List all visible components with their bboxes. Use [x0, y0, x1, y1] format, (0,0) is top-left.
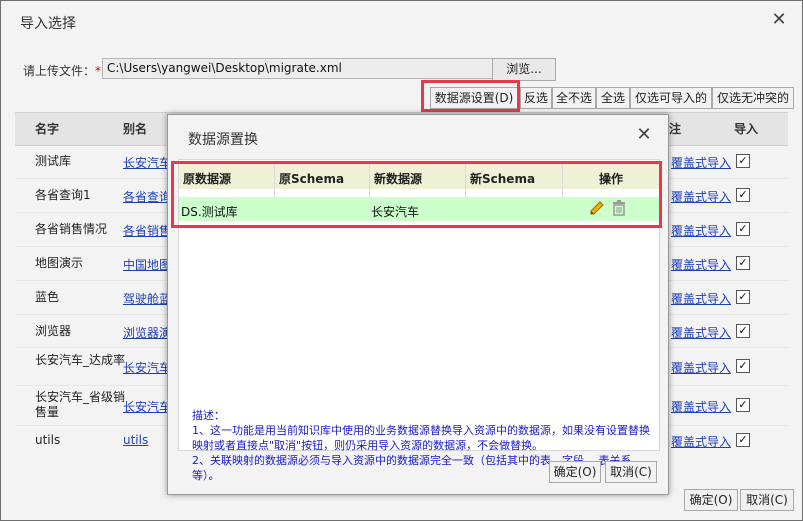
- modal-title: 数据源置换: [188, 132, 258, 148]
- description-title: 描述：: [192, 409, 225, 422]
- row-import-mode[interactable]: 覆盖式导入: [671, 222, 731, 239]
- datasource-replace-dialog: 数据源置换 ✕ 原数据源 原Schema 新数据源 新Schema 操作 DS.…: [167, 114, 669, 495]
- highlight-box-mapping-table: [171, 161, 662, 228]
- row-alias-link[interactable]: 浏览器演示: [123, 324, 169, 341]
- row-import-mode[interactable]: 覆盖式导入: [671, 398, 731, 415]
- import-checkbox[interactable]: ✓: [736, 324, 750, 338]
- row-import-mode[interactable]: 覆盖式导入: [671, 359, 731, 376]
- row-import-mode[interactable]: 覆盖式导入: [671, 188, 731, 205]
- row-alias-link[interactable]: 各省销售情况: [123, 222, 169, 239]
- cancel-button[interactable]: 取消(C): [740, 489, 794, 511]
- row-import-mode[interactable]: 覆盖式导入: [671, 433, 731, 450]
- select-none-button[interactable]: 全不选: [552, 87, 596, 109]
- row-name: 长安汽车_达成率: [35, 353, 126, 367]
- row-name: 测试库: [35, 154, 72, 168]
- import-checkbox[interactable]: ✓: [736, 398, 750, 412]
- ok-button[interactable]: 确定(O): [684, 489, 738, 511]
- row-import-mode[interactable]: 覆盖式导入: [671, 154, 731, 171]
- row-alias-link[interactable]: 长安汽车_达成率: [123, 359, 169, 376]
- row-name: 各省查询1: [35, 188, 91, 202]
- row-import-mode[interactable]: 覆盖式导入: [671, 256, 731, 273]
- column-alias: 别名: [123, 122, 148, 136]
- row-name: 浏览器: [35, 324, 72, 338]
- modal-cancel-button[interactable]: 取消(C): [605, 461, 657, 483]
- file-path-input[interactable]: C:\Users\yangwei\Desktop\migrate.xml: [102, 58, 500, 79]
- row-name: 长安汽车_省级销售量: [35, 390, 126, 419]
- import-checkbox[interactable]: ✓: [736, 154, 750, 168]
- row-name: 各省销售情况: [35, 222, 108, 236]
- row-alias-link[interactable]: 长安汽车: [123, 154, 169, 171]
- close-icon[interactable]: ✕: [634, 125, 654, 145]
- row-alias-link[interactable]: utils: [123, 433, 169, 447]
- import-checkbox[interactable]: ✓: [736, 222, 750, 236]
- row-name: 蓝色: [35, 290, 60, 304]
- select-all-button[interactable]: 全选: [596, 87, 630, 109]
- import-checkbox[interactable]: ✓: [736, 256, 750, 270]
- row-alias-link[interactable]: 长安汽车_省级: [123, 398, 169, 415]
- row-alias-link[interactable]: 驾驶舱蓝色: [123, 290, 169, 307]
- row-alias-link[interactable]: 中国地图: [123, 256, 169, 273]
- upload-label: 请上传文件：*: [23, 64, 102, 78]
- column-import: 导入: [734, 122, 759, 136]
- column-note: 注: [669, 122, 682, 136]
- browse-button[interactable]: 浏览...: [492, 58, 556, 81]
- row-name: 地图演示: [35, 256, 84, 270]
- dialog-title: 导入选择: [20, 16, 76, 32]
- row-import-mode[interactable]: 覆盖式导入: [671, 290, 731, 307]
- row-alias-link[interactable]: 各省查询1: [123, 188, 169, 205]
- close-icon[interactable]: ✕: [769, 10, 789, 30]
- only-importable-button[interactable]: 仅选可导入的: [630, 87, 712, 109]
- import-checkbox[interactable]: ✓: [736, 359, 750, 373]
- row-import-mode[interactable]: 覆盖式导入: [671, 324, 731, 341]
- invert-selection-button[interactable]: 反选: [520, 87, 552, 109]
- required-mark: *: [95, 64, 102, 78]
- row-name: utils: [35, 433, 61, 447]
- description-line-1: 1、这一功能是用当前知识库中使用的业务数据源替换导入资源中的数据源，如果没有设置…: [192, 424, 650, 452]
- only-no-conflict-button[interactable]: 仅选无冲突的: [712, 87, 794, 109]
- modal-ok-button[interactable]: 确定(O): [549, 461, 601, 483]
- import-checkbox[interactable]: ✓: [736, 188, 750, 202]
- highlight-box-ds-settings: [421, 80, 520, 112]
- import-checkbox[interactable]: ✓: [736, 433, 750, 447]
- import-checkbox[interactable]: ✓: [736, 290, 750, 304]
- column-name: 名字: [35, 122, 60, 136]
